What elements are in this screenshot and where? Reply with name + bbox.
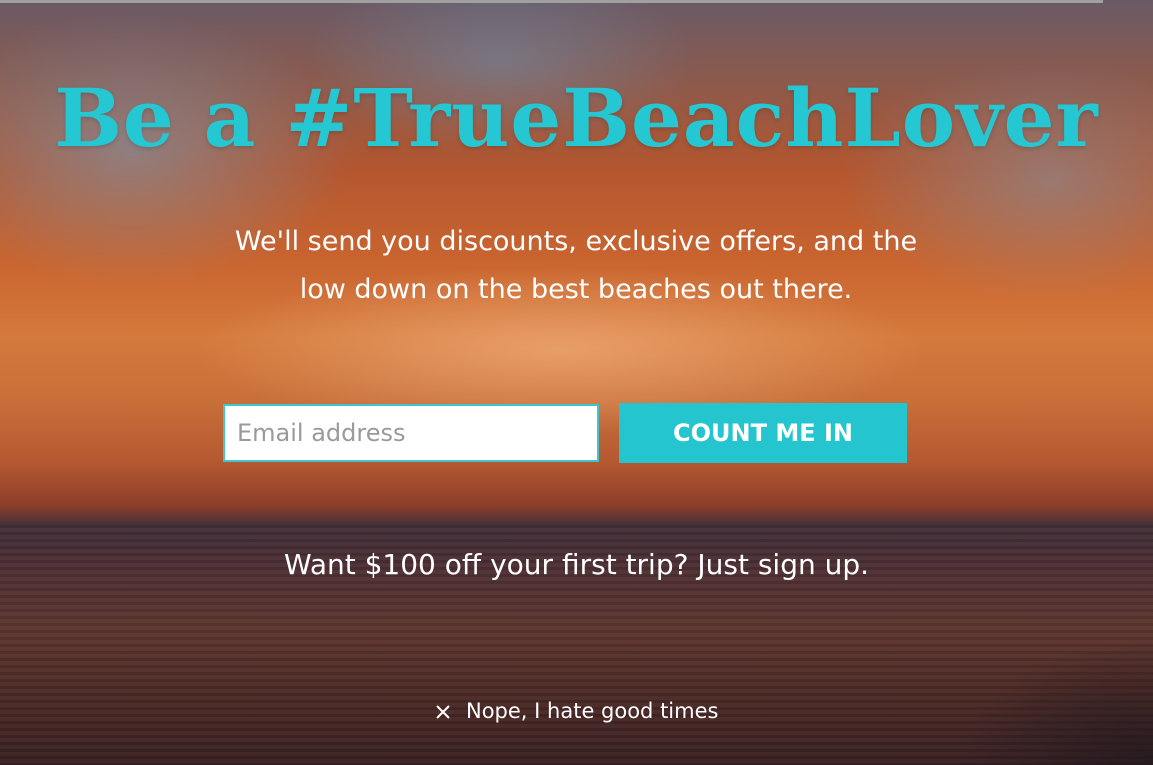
popup-subtitle: We'll send you discounts, exclusive offe…	[234, 226, 918, 305]
promo-text: Want $100 off your first trip? Just sign…	[283, 548, 870, 581]
dismiss-label: Nope, I hate good times	[466, 699, 719, 723]
top-border	[0, 0, 1103, 3]
count-me-in-button[interactable]: COUNT ME IN	[619, 403, 907, 463]
dismiss-link[interactable]: Nope, I hate good times	[434, 696, 718, 726]
close-icon	[434, 702, 452, 720]
popup-title: Be a #TrueBeachLover	[54, 71, 1099, 165]
email-input[interactable]	[223, 404, 599, 462]
shore-rocks	[893, 600, 1153, 765]
